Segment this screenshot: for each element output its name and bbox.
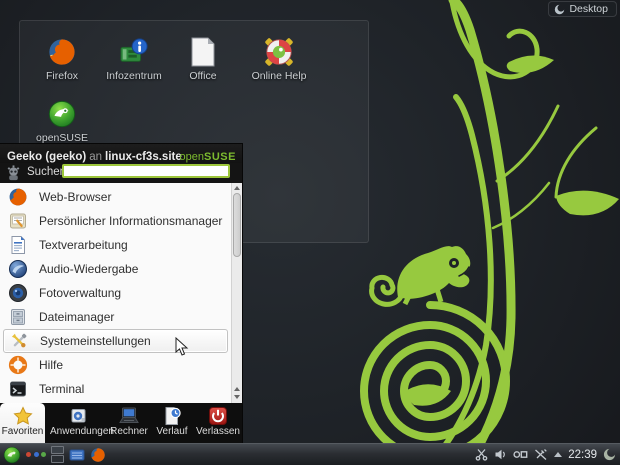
menu-item-audio-player[interactable]: Audio-Wiedergabe — [0, 257, 242, 281]
tab-applications[interactable]: Anwendungen — [50, 403, 108, 444]
kickoff-tab-bar: Favoriten Anwendungen Rechner — [0, 403, 242, 444]
desktop-icon-firefox[interactable]: Firefox — [25, 37, 99, 82]
computer-icon — [118, 406, 140, 426]
crossed-tools-icon — [9, 331, 29, 351]
user-name: Geeko (geeko) — [7, 151, 86, 163]
opensuse-icon — [47, 99, 77, 129]
volume-icon[interactable] — [494, 448, 507, 461]
red-dot-icon — [26, 452, 31, 457]
scrollbar-thumb[interactable] — [233, 193, 241, 257]
blue-dot-icon — [34, 452, 39, 457]
tab-computer[interactable]: Rechner — [108, 403, 150, 444]
cashew-icon[interactable] — [603, 448, 616, 461]
camera-icon — [8, 283, 28, 303]
desktop-icon-label: Online Help — [242, 70, 316, 82]
tray-expand-icon[interactable] — [554, 452, 562, 457]
desktop-icon-label: Firefox — [25, 70, 99, 82]
history-icon — [162, 406, 182, 426]
star-icon — [13, 406, 33, 426]
tab-favorites[interactable]: Favoriten — [0, 403, 45, 444]
kontact-icon — [8, 211, 28, 231]
mouse-cursor — [175, 337, 189, 357]
tab-history[interactable]: Verlauf — [152, 403, 192, 444]
infocenter-icon — [119, 37, 149, 67]
menu-item-terminal[interactable]: Terminal — [0, 377, 242, 401]
bottom-panel: 22:39 — [0, 443, 620, 465]
connector-text: an — [86, 151, 105, 163]
taskbar-app-icon[interactable] — [69, 447, 85, 463]
menu-item-pim[interactable]: Persönlicher Informationsmanager — [0, 209, 242, 233]
tab-leave[interactable]: Verlassen — [194, 403, 242, 444]
terminal-icon — [8, 379, 28, 399]
scroll-down-arrow-icon[interactable] — [234, 395, 240, 399]
kickoff-gear-robot-icon — [4, 164, 23, 183]
desktop-icon-infozentrum[interactable]: Infozentrum — [97, 37, 171, 82]
desktop-icon-label: Office — [166, 70, 240, 82]
applications-icon — [69, 406, 89, 426]
scroll-up-arrow-icon[interactable] — [234, 387, 240, 391]
file-cabinet-icon — [8, 307, 28, 327]
firefox-icon — [8, 187, 28, 207]
kickoff-item-list: Web-Browser Persönlicher Informationsman… — [0, 183, 242, 403]
firefox-icon — [47, 37, 77, 67]
kickoff-search-row: Suchen: — [0, 163, 242, 183]
writer-icon — [8, 235, 28, 255]
kickoff-header: Geeko (geeko)anlinux-cf3s.site openSUSE — [0, 144, 242, 163]
power-icon — [208, 406, 228, 426]
desktop-icon-online-help[interactable]: Online Help — [242, 37, 316, 82]
device-notifier-icon[interactable] — [513, 448, 528, 461]
scroll-up-arrow-icon[interactable] — [234, 186, 240, 190]
cashew-icon — [554, 4, 565, 15]
menu-item-photo-management[interactable]: Fotoverwaltung — [0, 281, 242, 305]
host-name: linux-cf3s.site — [105, 151, 182, 163]
menu-item-file-manager[interactable]: Dateimanager — [0, 305, 242, 329]
scrollbar[interactable] — [231, 183, 242, 403]
search-input[interactable] — [62, 164, 230, 178]
geeko-chameleon — [372, 246, 471, 304]
pager-desktop-2[interactable] — [51, 455, 64, 463]
kickoff-launcher-button[interactable] — [3, 446, 21, 464]
desktop-icon-opensuse[interactable]: openSUSE — [25, 99, 99, 144]
green-dot-icon — [41, 452, 46, 457]
lifebuoy-icon — [8, 355, 28, 375]
klipper-scissors-icon[interactable] — [475, 448, 488, 461]
toolbox-label: Desktop — [569, 3, 608, 15]
menu-item-help[interactable]: Hilfe — [0, 353, 242, 377]
pager-desktop-1[interactable] — [51, 446, 64, 454]
menu-item-web-browser[interactable]: Web-Browser — [0, 185, 242, 209]
office-icon — [189, 37, 217, 67]
online-help-icon — [264, 37, 294, 67]
panel-clock[interactable]: 22:39 — [568, 449, 597, 461]
desktop-toolbox-button[interactable]: Desktop — [548, 1, 617, 17]
menu-item-system-settings[interactable]: Systemeinstellungen — [3, 329, 228, 353]
activity-dots — [26, 452, 46, 457]
taskbar-firefox-icon[interactable] — [90, 447, 106, 463]
system-tray: 22:39 — [475, 448, 620, 461]
desktop-icon-label: Infozentrum — [97, 70, 171, 82]
desktop-icon-office[interactable]: Office — [166, 37, 240, 82]
amarok-icon — [8, 259, 28, 279]
virtual-desktop-pager[interactable] — [51, 446, 64, 463]
menu-item-word-processor[interactable]: Textverarbeitung — [0, 233, 242, 257]
kickoff-menu: Geeko (geeko)anlinux-cf3s.site openSUSE … — [0, 143, 243, 443]
network-disconnected-icon[interactable] — [534, 448, 548, 461]
